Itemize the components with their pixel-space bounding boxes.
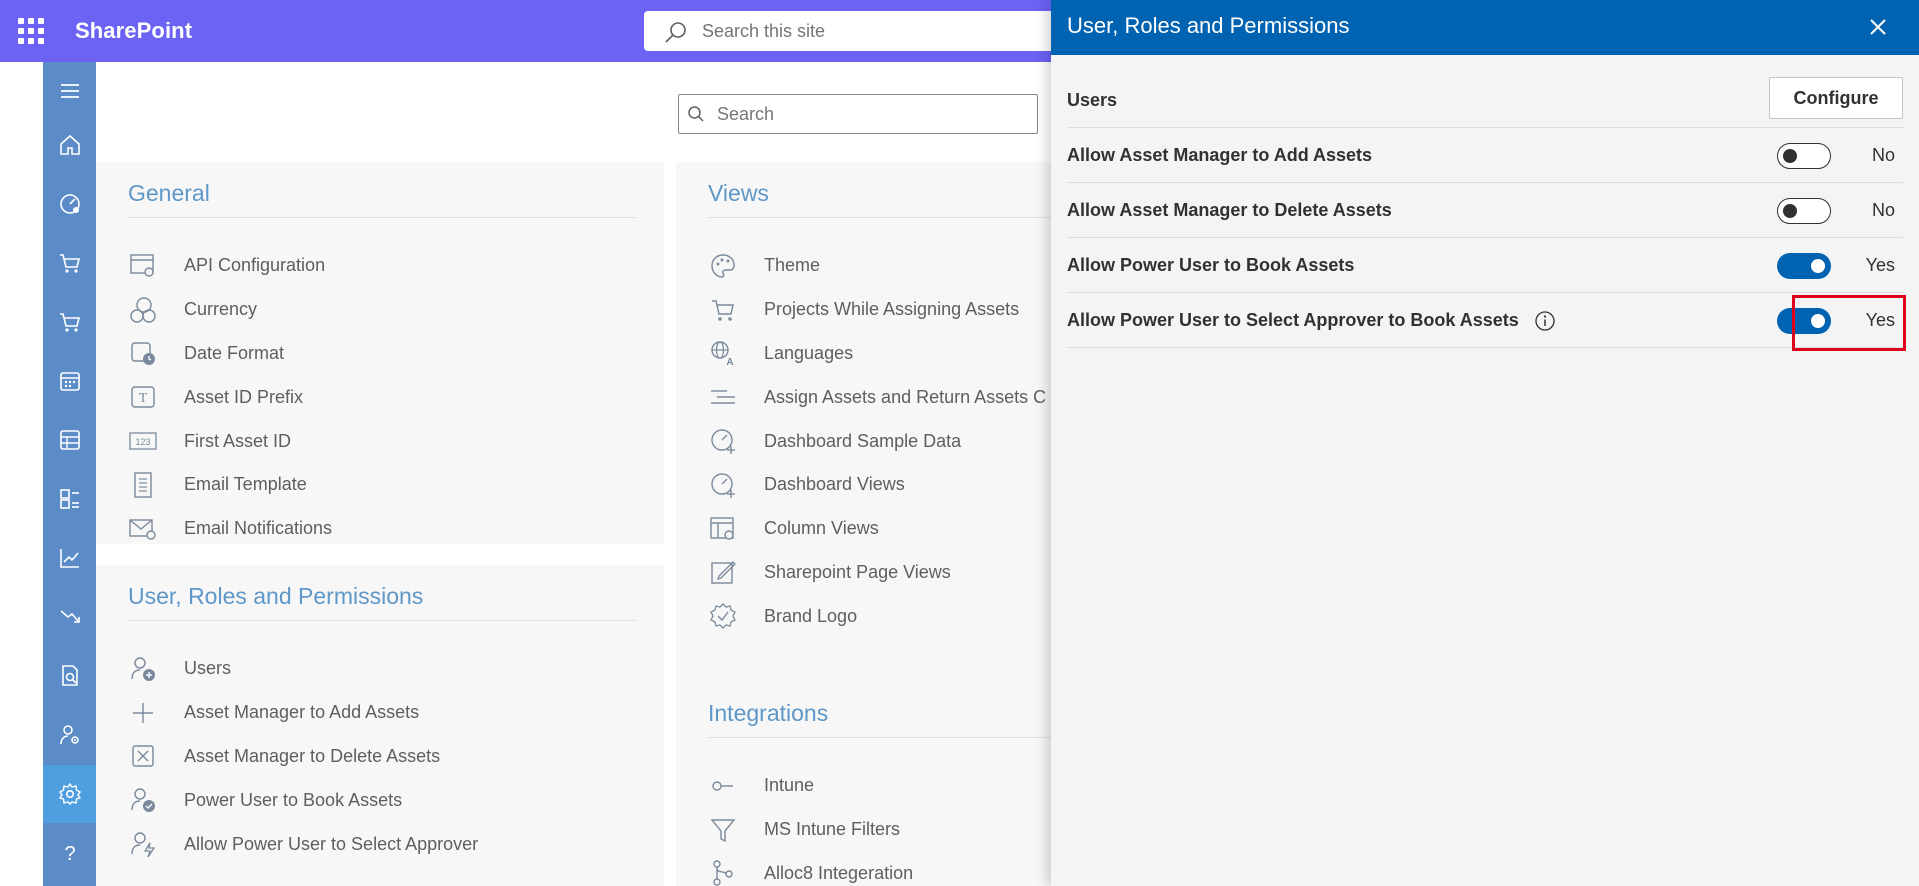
info-icon[interactable] bbox=[1534, 310, 1556, 332]
badge-check-icon bbox=[708, 601, 738, 631]
book-assets-toggle[interactable] bbox=[1777, 253, 1831, 279]
user-check-icon bbox=[128, 785, 158, 815]
cart-return-icon[interactable] bbox=[43, 293, 96, 351]
mail-settings-icon bbox=[128, 514, 158, 544]
urp-item-users[interactable]: Users bbox=[128, 647, 654, 691]
toggle-state-label: No bbox=[1871, 200, 1895, 220]
setting-label: Allow Asset Manager to Add Assets bbox=[1067, 145, 1373, 165]
search-icon bbox=[665, 22, 686, 43]
user-settings-icon[interactable] bbox=[43, 706, 96, 764]
panel-header: User, Roles and Permissions bbox=[1051, 0, 1919, 55]
report-list-icon[interactable] bbox=[43, 470, 96, 528]
left-nav-rail: ? bbox=[43, 62, 96, 886]
configure-button[interactable]: Configure bbox=[1769, 77, 1903, 119]
app-launcher-icon[interactable] bbox=[18, 18, 44, 44]
currency-icon bbox=[128, 295, 158, 325]
help-icon[interactable]: ? bbox=[43, 824, 96, 882]
general-card: General API Configuration Currency Date … bbox=[96, 162, 664, 544]
setting-label: Allow Asset Manager to Delete Assets bbox=[1067, 200, 1392, 220]
divider bbox=[128, 620, 636, 621]
intune-icon bbox=[708, 771, 738, 801]
permissions-panel: User, Roles and Permissions Users Config… bbox=[1051, 0, 1919, 886]
dashboard-icon[interactable] bbox=[43, 175, 96, 233]
text-prefix-icon: T bbox=[128, 382, 158, 412]
urp-item-power-user-approver[interactable]: Allow Power User to Select Approver bbox=[128, 822, 654, 866]
general-item-asset-id-prefix[interactable]: T Asset ID Prefix bbox=[128, 375, 654, 419]
svg-text:123: 123 bbox=[135, 437, 150, 447]
users-label: Users bbox=[1067, 90, 1118, 110]
column-settings-icon bbox=[708, 514, 738, 544]
divider bbox=[128, 217, 636, 218]
general-item-email-template[interactable]: Email Template bbox=[128, 463, 654, 507]
document-icon bbox=[128, 470, 158, 500]
flow-icon bbox=[708, 858, 738, 886]
cart-icon[interactable] bbox=[43, 234, 96, 292]
settings-search-input[interactable] bbox=[717, 103, 1017, 125]
palette-icon bbox=[708, 251, 738, 281]
gauge-plus-icon bbox=[708, 470, 738, 500]
urp-card: User, Roles and Permissions Users Asset … bbox=[96, 565, 664, 886]
general-item-currency[interactable]: Currency bbox=[128, 288, 654, 332]
plus-icon bbox=[128, 698, 158, 728]
chart-down-icon[interactable] bbox=[43, 588, 96, 646]
site-search-input[interactable] bbox=[702, 19, 1042, 43]
setting-label-wrap: Allow Power User to Select Approver to B… bbox=[1067, 310, 1556, 332]
toggle-state-label: Yes bbox=[1865, 255, 1895, 275]
general-item-date-format[interactable]: Date Format bbox=[128, 332, 654, 376]
home-icon[interactable] bbox=[43, 116, 96, 174]
setting-label: Allow Power User to Book Assets bbox=[1067, 255, 1355, 275]
close-icon[interactable] bbox=[1865, 14, 1891, 40]
lines-icon bbox=[708, 382, 738, 412]
svg-text:?: ? bbox=[64, 843, 75, 865]
cart-icon bbox=[708, 295, 738, 325]
delete-assets-toggle[interactable] bbox=[1777, 198, 1831, 224]
setting-row-select-approver: Allow Power User to Select Approver to B… bbox=[1067, 293, 1903, 348]
globe-language-icon: A bbox=[708, 338, 738, 368]
general-item-email-notifications[interactable]: Email Notifications bbox=[128, 507, 654, 551]
search-icon bbox=[688, 106, 704, 122]
table-icon[interactable] bbox=[43, 411, 96, 469]
settings-search-box[interactable] bbox=[678, 94, 1038, 134]
number-icon: 123 bbox=[128, 426, 158, 456]
general-item-api-configuration[interactable]: API Configuration bbox=[128, 244, 654, 288]
filter-icon bbox=[708, 815, 738, 845]
general-title: General bbox=[128, 180, 210, 206]
calendar-icon[interactable] bbox=[43, 352, 96, 410]
views-title: Views bbox=[708, 180, 769, 206]
setting-row-add-assets: Allow Asset Manager to Add Assets No bbox=[1067, 128, 1903, 183]
menu-icon[interactable] bbox=[43, 62, 96, 120]
add-user-icon bbox=[128, 654, 158, 684]
urp-item-asset-manager-add[interactable]: Asset Manager to Add Assets bbox=[128, 691, 654, 735]
highlight-box bbox=[1792, 295, 1906, 351]
add-assets-toggle[interactable] bbox=[1777, 143, 1831, 169]
setting-label: Allow Power User to Select Approver to B… bbox=[1067, 310, 1519, 330]
date-format-icon bbox=[128, 338, 158, 368]
users-row: Users Configure bbox=[1067, 73, 1903, 128]
setting-row-book-assets: Allow Power User to Book Assets Yes bbox=[1067, 238, 1903, 293]
edit-page-icon bbox=[708, 557, 738, 587]
settings-icon[interactable] bbox=[43, 765, 96, 823]
app-name[interactable]: SharePoint bbox=[75, 18, 192, 44]
site-search-box[interactable] bbox=[644, 11, 1064, 51]
urp-item-asset-manager-delete[interactable]: Asset Manager to Delete Assets bbox=[128, 735, 654, 779]
svg-text:A: A bbox=[726, 357, 733, 367]
delete-box-icon bbox=[128, 741, 158, 771]
api-config-icon bbox=[128, 251, 158, 281]
gauge-plus-icon bbox=[708, 426, 738, 456]
audit-icon[interactable] bbox=[43, 647, 96, 705]
toggle-state-label: No bbox=[1871, 145, 1895, 165]
setting-row-delete-assets: Allow Asset Manager to Delete Assets No bbox=[1067, 183, 1903, 238]
general-item-first-asset-id[interactable]: 123 First Asset ID bbox=[128, 419, 654, 463]
panel-title: User, Roles and Permissions bbox=[1067, 13, 1350, 38]
urp-item-power-user-book[interactable]: Power User to Book Assets bbox=[128, 778, 654, 822]
integrations-title: Integrations bbox=[708, 700, 829, 726]
chart-up-icon[interactable] bbox=[43, 529, 96, 587]
user-approver-icon bbox=[128, 829, 158, 859]
svg-text:T: T bbox=[139, 391, 148, 406]
urp-title: User, Roles and Permissions bbox=[128, 583, 424, 609]
